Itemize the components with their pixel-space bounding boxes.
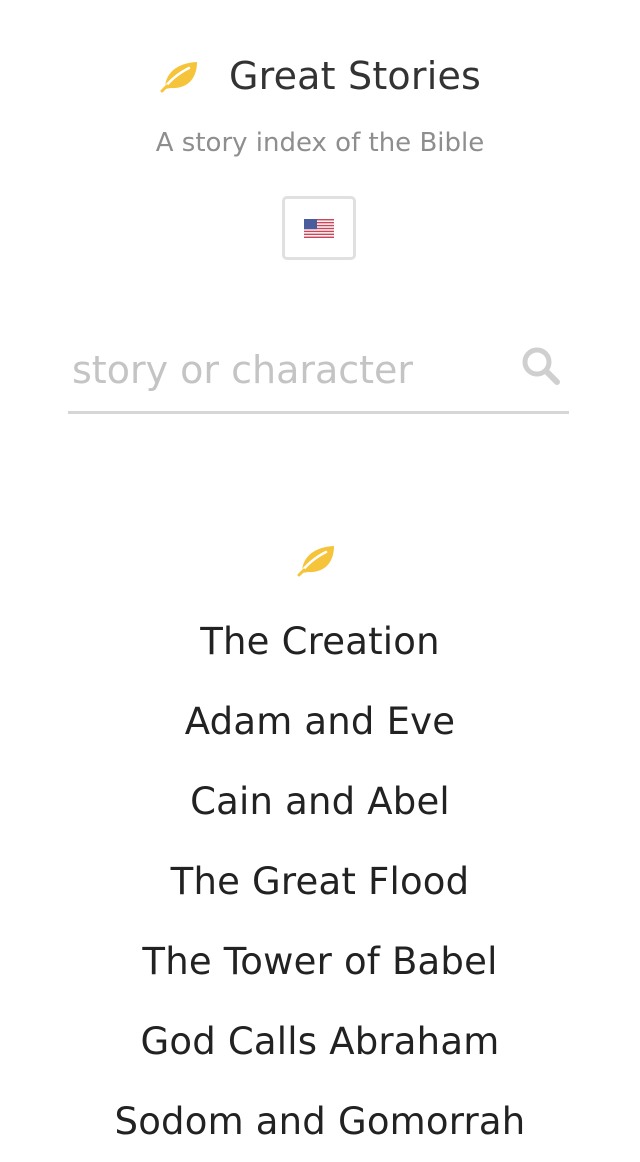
app-header: Great Stories bbox=[0, 50, 640, 102]
story-list: The Creation Adam and Eve Cain and Abel … bbox=[0, 602, 640, 1162]
us-flag-icon bbox=[304, 218, 334, 238]
story-item[interactable]: The Tower of Babel bbox=[0, 922, 640, 1002]
search-input[interactable] bbox=[68, 342, 512, 398]
story-item[interactable]: Sodom and Gomorrah bbox=[0, 1082, 640, 1162]
story-item[interactable]: Cain and Abel bbox=[0, 762, 640, 842]
story-item[interactable]: Adam and Eve bbox=[0, 682, 640, 762]
search-bar bbox=[68, 340, 569, 414]
leaf-icon bbox=[297, 546, 334, 577]
story-item[interactable]: The Great Flood bbox=[0, 842, 640, 922]
language-button[interactable] bbox=[282, 196, 356, 260]
story-item[interactable]: God Calls Abraham bbox=[0, 1002, 640, 1082]
leaf-icon bbox=[160, 62, 197, 93]
story-item[interactable]: The Creation bbox=[0, 602, 640, 682]
app-subtitle: A story index of the Bible bbox=[155, 128, 485, 158]
app-title: Great Stories bbox=[228, 54, 482, 98]
search-icon[interactable] bbox=[521, 346, 561, 386]
